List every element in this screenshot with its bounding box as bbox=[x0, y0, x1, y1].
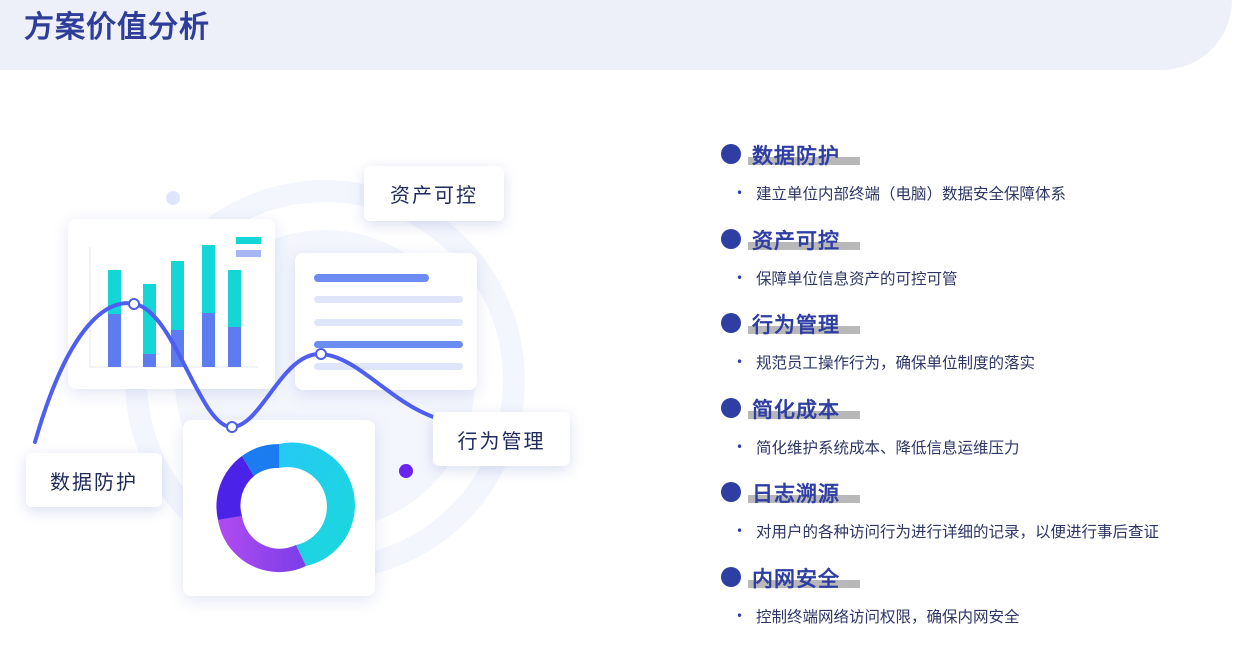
feature-dot bbox=[721, 313, 741, 333]
data-protection-label: 数据防护 bbox=[26, 453, 162, 507]
feature-dot bbox=[721, 566, 741, 587]
feature-description: • 控制终端网络访问权限，确保内网安全 bbox=[736, 607, 1020, 626]
feature-description: • 规范员工操作行为，确保单位制度的落实 bbox=[736, 354, 1036, 372]
feature-title: 内网安全 bbox=[752, 566, 840, 591]
bullet: • bbox=[736, 186, 744, 200]
feature-description: • 对用户的各种访问行为进行详细的记录，以便进行事后查证 bbox=[736, 523, 1160, 541]
feature-item: 内网安全 • 控制终端网络访问权限，确保内网安全 bbox=[720, 563, 1240, 648]
feature-list: 数据防护 • 建立单位内部终端（电脑）数据安全保障体系 资产可控 • 保障单位信息资… bbox=[720, 140, 1240, 647]
feature-title: 简化成本 bbox=[752, 397, 840, 422]
bullet: • bbox=[736, 524, 744, 538]
asset-control-label: 资产可控 bbox=[364, 166, 504, 221]
feature-description: • 建立单位内部终端（电脑）数据安全保障体系 bbox=[736, 185, 1067, 203]
feature-description: • 简化维护系统成本、降低信息运维压力 bbox=[736, 438, 1020, 457]
feature-dot bbox=[721, 482, 741, 502]
feature-dot bbox=[721, 144, 741, 164]
feature-title: 日志溯源 bbox=[752, 482, 840, 506]
trend-line bbox=[33, 298, 467, 444]
feature-item: 日志溯源 • 对用户的各种访问行为进行详细的记录，以便进行事后查证 bbox=[720, 478, 1240, 563]
bullet: • bbox=[736, 608, 744, 623]
bullet: • bbox=[736, 439, 744, 454]
bullet: • bbox=[736, 355, 744, 369]
feature-description: • 保障单位信息资产的可控可管 bbox=[736, 269, 958, 288]
feature-item: 简化成本 • 简化维护系统成本、降低信息运维压力 bbox=[720, 394, 1240, 479]
feature-dot bbox=[721, 228, 741, 249]
feature-item: 数据防护 • 建立单位内部终端（电脑）数据安全保障体系 bbox=[720, 140, 1240, 225]
feature-title: 数据防护 bbox=[752, 144, 840, 168]
feature-title: 资产可控 bbox=[752, 228, 840, 253]
feature-item: 资产可控 • 保障单位信息资产的可控可管 bbox=[720, 225, 1240, 310]
feature-dot bbox=[721, 397, 741, 418]
feature-title: 行为管理 bbox=[752, 313, 840, 337]
value-illustration: 资产可控 行为管理 数据防护 bbox=[0, 0, 640, 665]
feature-item: 行为管理 • 规范员工操作行为，确保单位制度的落实 bbox=[720, 309, 1240, 394]
behavior-management-label: 行为管理 bbox=[433, 412, 570, 466]
bullet: • bbox=[736, 270, 744, 285]
